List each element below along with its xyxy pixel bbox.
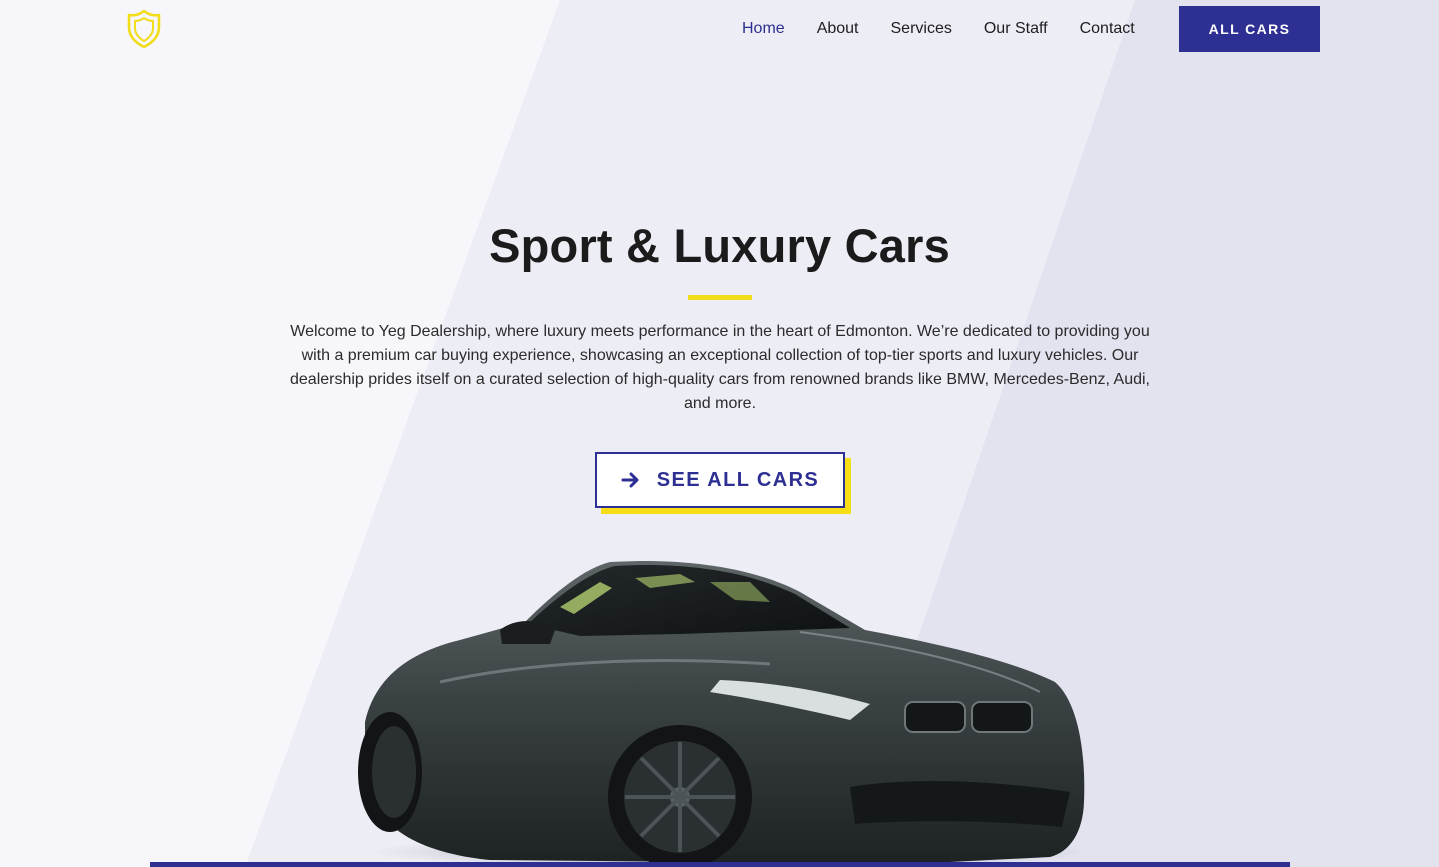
all-cars-button[interactable]: ALL CARS xyxy=(1179,6,1320,52)
nav-our-staff[interactable]: Our Staff xyxy=(968,20,1064,38)
nav-contact[interactable]: Contact xyxy=(1064,20,1151,38)
hero-description: Welcome to Yeg Dealership, where luxury … xyxy=(290,323,1150,412)
shield-icon[interactable] xyxy=(126,9,162,49)
nav-about[interactable]: About xyxy=(801,20,875,38)
nav-home[interactable]: Home xyxy=(726,20,801,38)
hero-title: Sport & Luxury Cars xyxy=(489,219,950,272)
main-nav: Home About Services Our Staff Contact xyxy=(726,0,1151,58)
bottom-accent-bar xyxy=(150,862,1290,867)
site-header: Home About Services Our Staff Contact AL… xyxy=(0,0,1439,58)
title-underline xyxy=(688,295,752,300)
see-all-cars-button[interactable]: SEE ALL CARS xyxy=(595,452,845,508)
arrow-right-icon xyxy=(621,471,641,489)
nav-services[interactable]: Services xyxy=(875,20,968,38)
see-all-cars-label: SEE ALL CARS xyxy=(656,468,820,491)
hero-section: Sport & Luxury Cars Welcome to Yeg Deale… xyxy=(0,0,1439,867)
see-all-cars-wrapper: SEE ALL CARS xyxy=(595,452,851,514)
